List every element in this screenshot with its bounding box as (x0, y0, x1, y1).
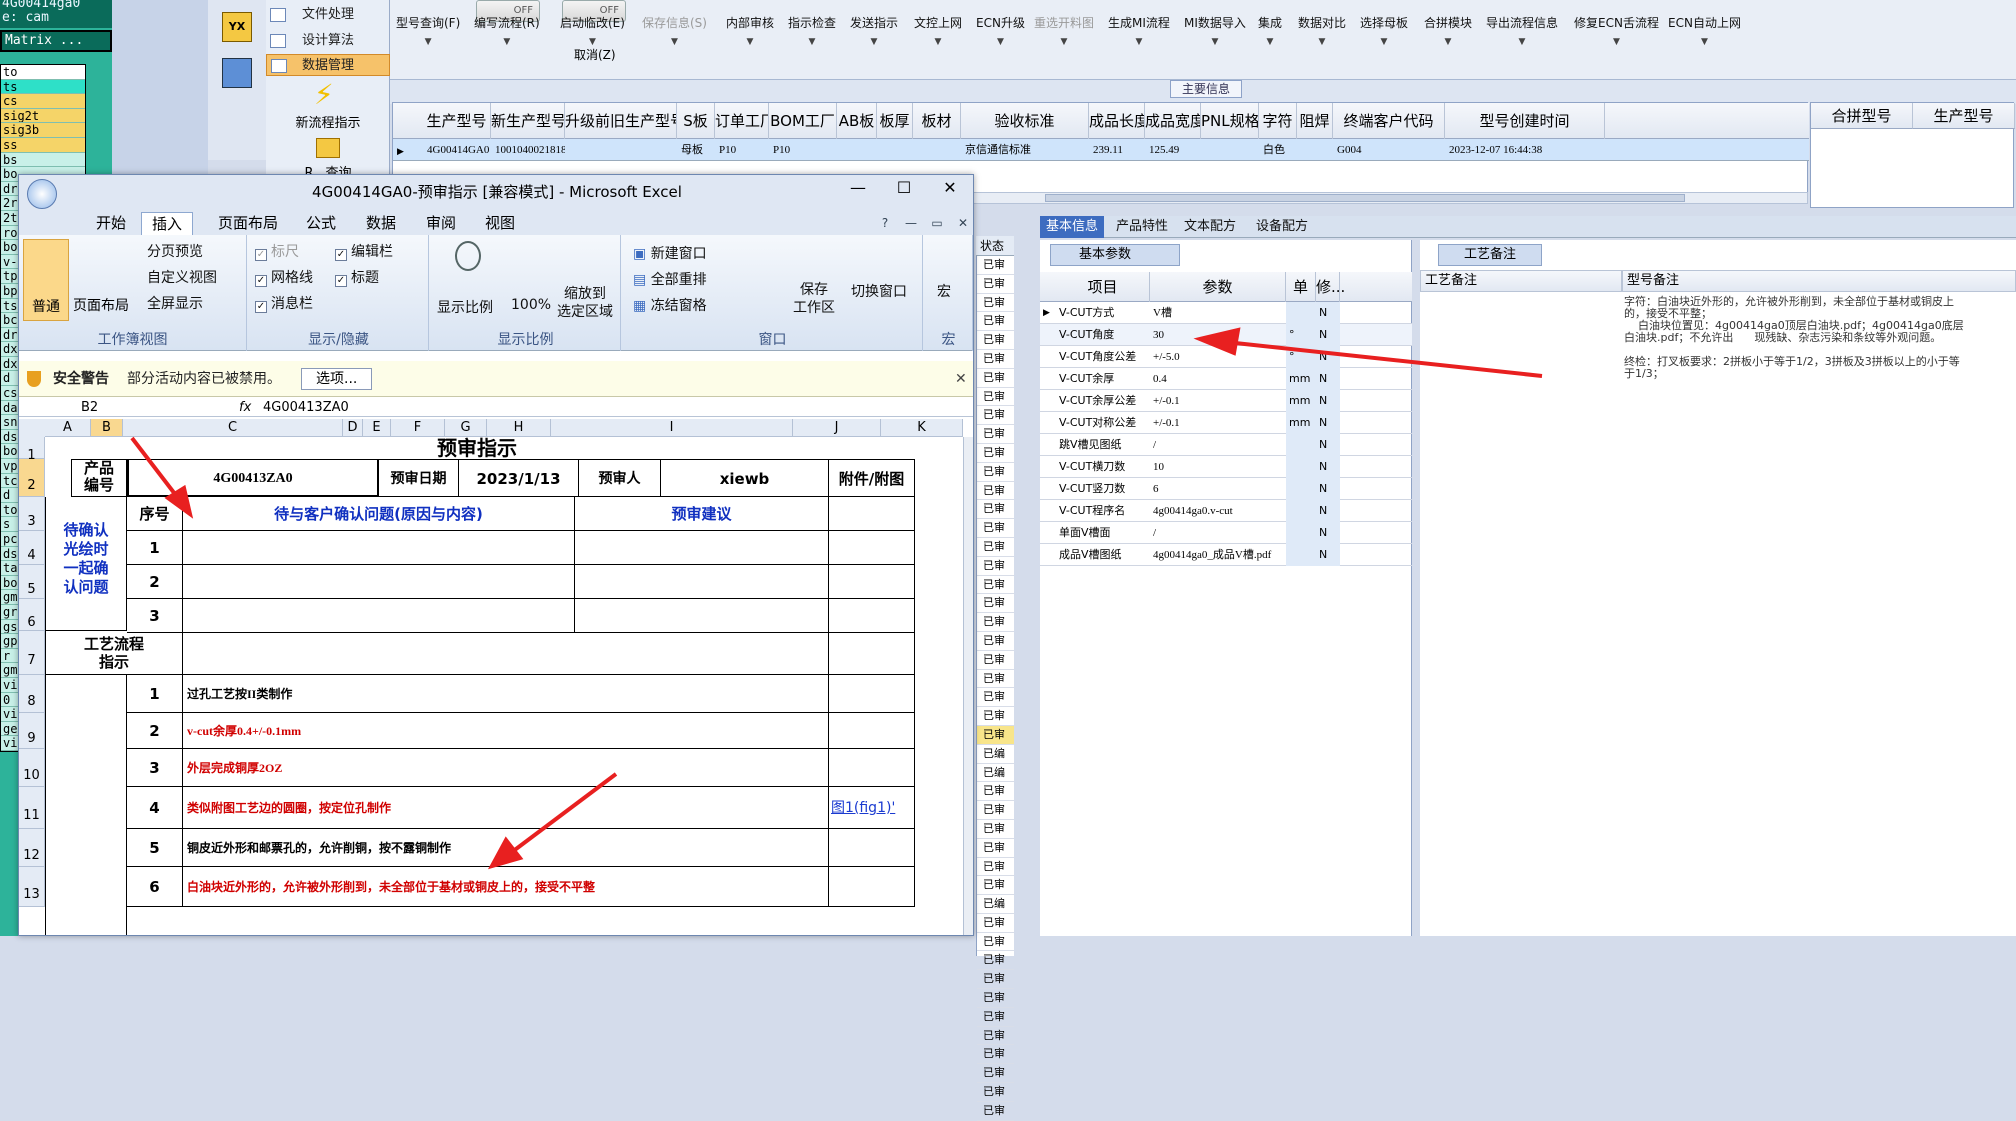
status-cell[interactable]: 已审 (977, 1102, 1014, 1121)
status-cell[interactable]: 已审 (977, 1083, 1014, 1102)
toolbar-button[interactable]: ECN自动上网 ▼ (1668, 14, 1741, 47)
toolbar-button[interactable]: 发送指示 ▼ (850, 14, 898, 47)
toolbar-button[interactable]: 指示检查 ▼ (788, 14, 836, 47)
toolbar-button-label: 指示检查 (788, 16, 837, 30)
chevron-down-icon: ▼ (1380, 37, 1388, 47)
toolbar-button[interactable]: 选择母板 ▼ (1360, 14, 1408, 47)
chevron-down-icon: ▼ (997, 37, 1004, 47)
chevron-down-icon: ▼ (1211, 37, 1219, 47)
annotation-arrow (1225, 340, 1543, 378)
toolbar-button[interactable]: 修复ECN舌流程 ▼ (1574, 14, 1659, 47)
toolbar-button[interactable]: ECN升级 ▼ (976, 14, 1025, 47)
toolbar-button-label: 文控上网 (914, 16, 963, 30)
chevron-down-icon: ▼ (503, 37, 511, 47)
annotation-arrow (510, 772, 618, 854)
toolbar-button[interactable]: 数据对比 ▼ (1298, 14, 1346, 47)
toolbar-button[interactable]: 重选开料图 ▼ (1034, 14, 1094, 47)
toolbar-button-label: 生成MI流程 (1108, 16, 1170, 30)
chevron-down-icon: ▼ (1266, 37, 1274, 47)
chevron-down-icon: ▼ (870, 37, 878, 47)
toolbar-button-label: 保存信息(S) (642, 16, 707, 30)
chevron-down-icon: ▼ (589, 37, 596, 47)
toolbar-button[interactable]: 编写流程(R) ▼ (474, 14, 540, 47)
toolbar-button-label: 修复ECN舌流程 (1574, 16, 1659, 30)
status-cell[interactable]: 已审 (977, 951, 1014, 971)
chevron-down-icon: ▼ (424, 37, 432, 47)
chevron-down-icon: ▼ (1444, 37, 1452, 47)
toolbar-button-label: 选择母板 (1360, 16, 1409, 30)
toolbar-button-label: 内部审核 (726, 16, 775, 30)
chevron-down-icon: ▼ (934, 37, 942, 47)
toolbar-button[interactable]: 保存信息(S) ▼ (642, 14, 707, 47)
chevron-down-icon: ▼ (1613, 37, 1620, 47)
status-cell[interactable]: 已审 (977, 1064, 1014, 1084)
toolbar-button-label: 发送指示 (850, 16, 899, 30)
toolbar-button-label: 集成 (1258, 16, 1283, 30)
status-cell[interactable]: 已审 (977, 1008, 1014, 1027)
status-cell[interactable]: 已审 (977, 1027, 1014, 1046)
toolbar-button[interactable]: 导出流程信息 ▼ (1486, 14, 1558, 47)
toolbar-button[interactable]: 合拼模块 ▼ (1424, 14, 1472, 47)
toolbar-button-label: 合拼模块 (1424, 16, 1473, 30)
toolbar-button-label: 编写流程(R) (474, 16, 540, 30)
annotation-overlay (130, 327, 1543, 870)
toolbar-button-label: 导出流程信息 (1486, 16, 1559, 30)
toolbar-button[interactable]: 型号查询(F) ▼ (396, 14, 460, 47)
annotation-arrow (130, 436, 180, 500)
toolbar-button-label: 启动临改(E) (560, 16, 625, 30)
chevron-down-icon: ▼ (1318, 37, 1326, 47)
status-cell[interactable]: 已审 (977, 1045, 1014, 1065)
toolbar-button[interactable]: MI数据导入 ▼ (1184, 14, 1246, 47)
chevron-down-icon: ▼ (746, 37, 754, 47)
toolbar-button-label: 数据对比 (1298, 16, 1347, 30)
status-cell[interactable]: 已审 (977, 970, 1014, 990)
chevron-down-icon: ▼ (1135, 37, 1143, 47)
chevron-down-icon: ▼ (1518, 37, 1526, 47)
annotation-arrowhead (1193, 327, 1241, 356)
toolbar-button-label: 重选开料图 (1034, 16, 1095, 30)
toolbar-button-label: ECN升级 (976, 16, 1025, 30)
chevron-down-icon: ▼ (808, 37, 816, 47)
status-cell[interactable]: 已审 (977, 989, 1014, 1008)
toolbar-button-label: MI数据导入 (1184, 16, 1246, 30)
toolbar-button-label: 型号查询(F) (396, 16, 461, 30)
toolbar-button[interactable]: 集成 ▼ (1258, 14, 1282, 47)
toolbar-button[interactable]: 内部审核 ▼ (726, 14, 774, 47)
chevron-down-icon: ▼ (1701, 37, 1708, 47)
toolbar-button[interactable]: 启动临改(E) ▼ (560, 14, 625, 47)
chevron-down-icon: ▼ (1060, 37, 1068, 47)
chevron-down-icon: ▼ (671, 37, 678, 47)
toolbar-button[interactable]: 生成MI流程 ▼ (1108, 14, 1170, 47)
annotation-arrowhead (487, 836, 524, 870)
toolbar-button-label: ECN自动上网 (1668, 16, 1741, 30)
toolbar-button[interactable]: 文控上网 ▼ (914, 14, 962, 47)
